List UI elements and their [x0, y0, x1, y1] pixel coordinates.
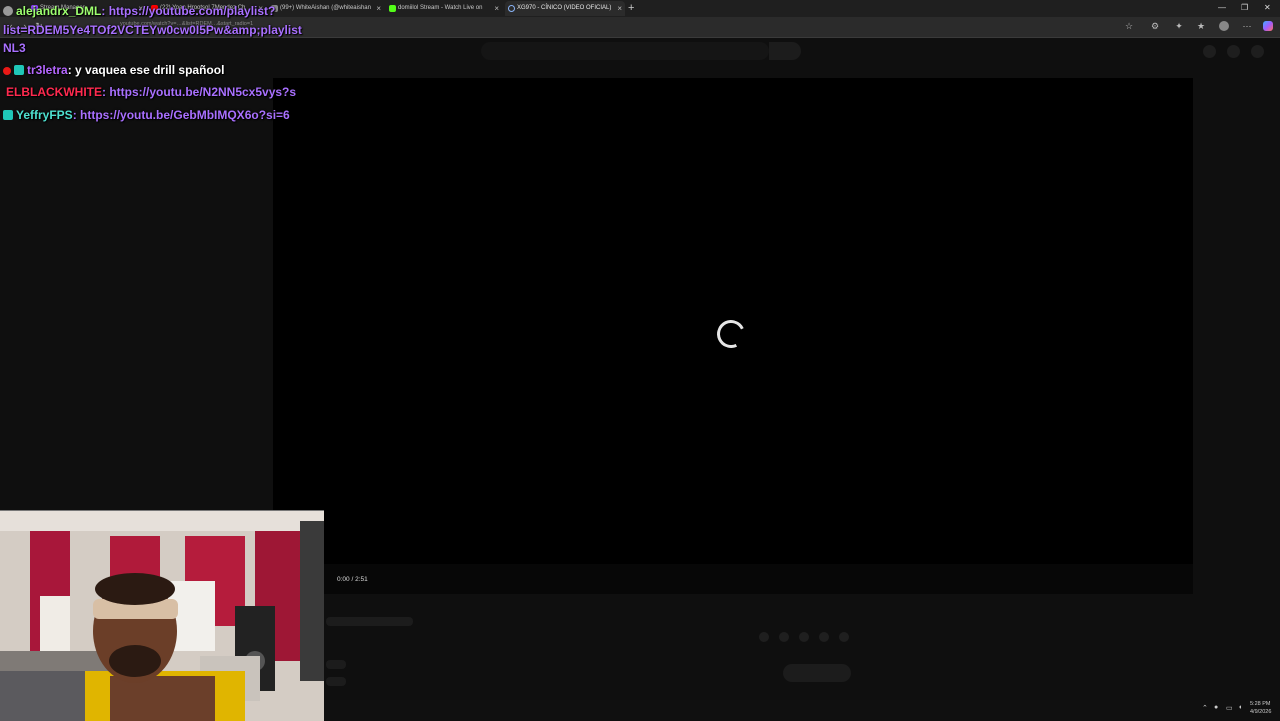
new-tab-button[interactable]: + [628, 0, 634, 16]
skeleton-dot [759, 632, 769, 642]
skeleton-dot [799, 632, 809, 642]
loading-icon [508, 5, 515, 12]
tray-chevron-icon[interactable]: ⌃ [1202, 704, 1208, 712]
kick-icon [389, 5, 396, 12]
extension-icon[interactable]: ⚙ [1150, 21, 1160, 31]
webcam-image [0, 511, 324, 721]
close-tab-icon[interactable]: × [494, 1, 499, 16]
mic-icon[interactable]: ● [1214, 704, 1218, 711]
profile-avatar[interactable] [1219, 21, 1229, 31]
browser-tab-5-active[interactable]: XG970 - CÍNICO (VIDEO OFICIAL) × [505, 1, 625, 16]
youtube-create-icon[interactable] [1203, 45, 1216, 58]
taskbar-date: 4/9/2026 [1250, 709, 1272, 715]
youtube-notifications-icon[interactable] [1227, 45, 1240, 58]
skeleton-dot [779, 632, 789, 642]
close-tab-icon[interactable]: × [376, 1, 381, 16]
minimize-button[interactable]: — [1218, 0, 1226, 16]
collections-icon[interactable] [1204, 21, 1214, 31]
chat-username: alejandrx_DML [16, 4, 102, 18]
chat-message: tr3letra: y vaquea ese drill spañool [3, 59, 224, 81]
browser-tab-3[interactable]: (99+) WhiteAishan (@whiteaishan × [268, 1, 384, 16]
star-icon[interactable]: ☆ [1124, 21, 1134, 31]
tab-title: XG970 - CÍNICO (VIDEO OFICIAL) [517, 5, 612, 11]
chat-badge-icon [3, 6, 13, 16]
chat-username: ELBLACKWHITE [6, 85, 102, 99]
network-icon[interactable]: ▭ [1226, 704, 1233, 712]
tab-title: domiilol Stream - Watch Live on [398, 5, 483, 11]
close-tab-icon[interactable]: × [617, 1, 622, 16]
video-time-display: 0:00 / 2:51 [337, 576, 368, 583]
chat-text: list=RDEM5Ye4TOf2VCTEYw0cw0I5Pw&amp;play… [3, 23, 302, 37]
skeleton-dot [839, 632, 849, 642]
youtube-search-input[interactable] [481, 42, 769, 60]
controller-badge-icon [14, 65, 24, 75]
channel-skeleton [326, 660, 346, 669]
youtube-avatar[interactable] [1251, 45, 1264, 58]
controller-badge-icon [3, 110, 13, 120]
menu-icon[interactable]: ⋯ [1242, 21, 1252, 31]
channel-skeleton [326, 677, 346, 686]
red-dot-badge-icon [3, 67, 11, 75]
chat-message: ELBLACKWHITE: https://youtu.be/N2NN5cx5v… [6, 81, 296, 103]
chat-message: list=RDEM5Ye4TOf2VCTEYw0cw0I5Pw&amp;play… [3, 19, 302, 41]
puzzle-icon[interactable]: ✦ [1174, 21, 1184, 31]
chat-text: : https://youtu.be/GebMbIMQX6o?si=6 [72, 108, 290, 122]
close-window-button[interactable]: ✕ [1264, 0, 1271, 16]
chat-message: NL3 [3, 37, 26, 59]
chat-message: YeffryFPS: https://youtu.be/GebMbIMQX6o?… [3, 104, 290, 126]
player-controls-bar [273, 564, 1193, 594]
tab-title: (99+) WhiteAishan (@whiteaishan [280, 5, 371, 11]
chat-text: : y vaquea ese drill spañool [67, 63, 225, 77]
taskbar-time: 5:28 PM [1250, 701, 1271, 707]
volume-icon[interactable]: ◖ [1238, 704, 1242, 711]
taskbar: ⌃ ● ▭ ◖ 5:28 PM 4/9/2026 [324, 700, 1280, 720]
chat-text: NL3 [3, 41, 26, 55]
chat-username: tr3letra [27, 63, 68, 77]
chat-username: YeffryFPS [16, 108, 73, 122]
skeleton-dot [819, 632, 829, 642]
copilot-icon[interactable] [1263, 21, 1273, 31]
chat-text: : https://youtu.be/N2NN5cx5vys?s [102, 85, 297, 99]
browser-tab-4[interactable]: domiilol Stream - Watch Live on × [386, 1, 502, 16]
youtube-search-button[interactable] [769, 42, 801, 60]
webcam-overlay [0, 510, 324, 721]
maximize-button[interactable]: ❐ [1241, 0, 1248, 16]
chat-text: : https://youtube.com/playlist? [101, 4, 276, 18]
subscribe-skeleton [783, 664, 851, 682]
title-skeleton [326, 617, 413, 626]
